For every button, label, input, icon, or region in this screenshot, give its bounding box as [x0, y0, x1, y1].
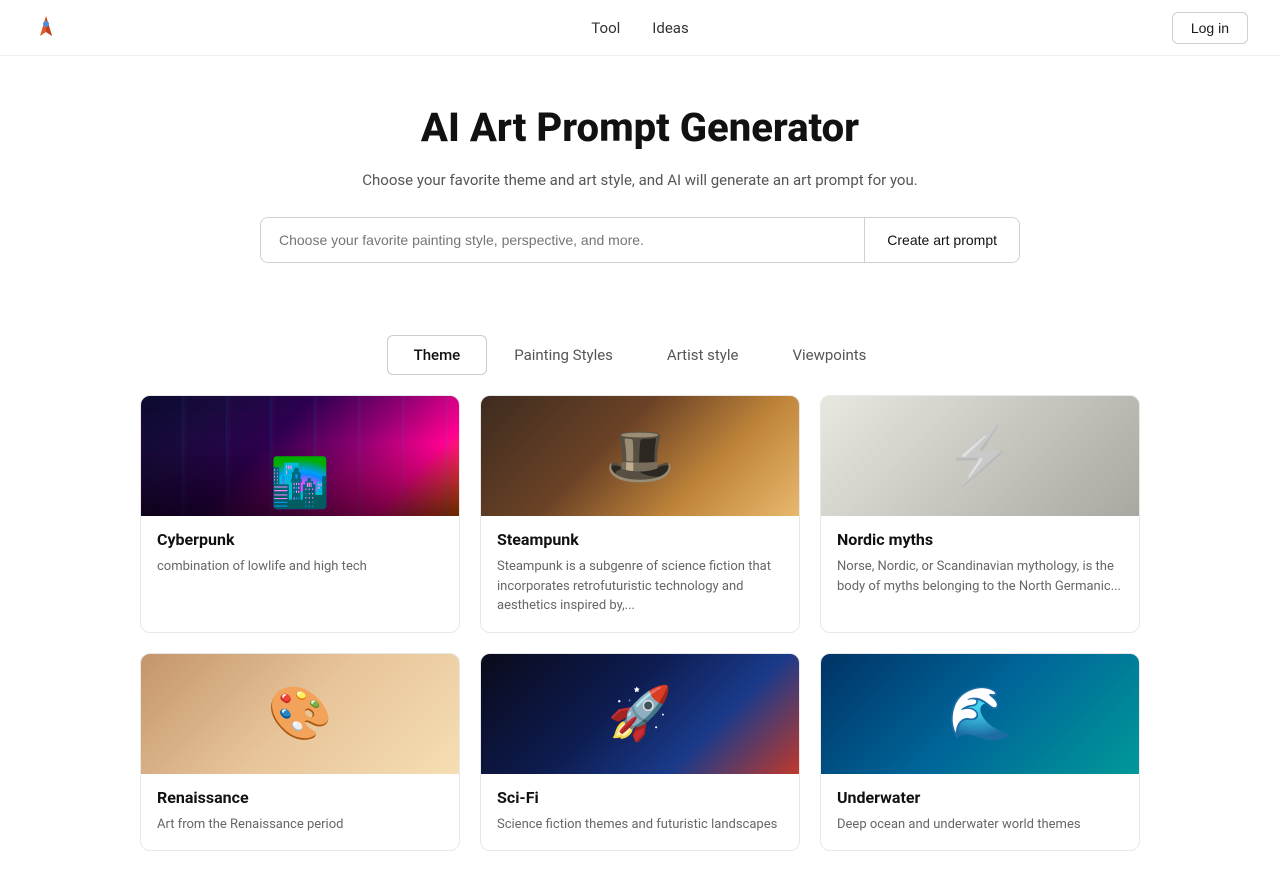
card-underwater-body: Underwater Deep ocean and underwater wor… [821, 774, 1139, 851]
card-cyberpunk[interactable]: Cyberpunk combination of lowlife and hig… [140, 395, 460, 633]
card-renaissance-title: Renaissance [157, 788, 443, 807]
card-underwater[interactable]: Underwater Deep ocean and underwater wor… [820, 653, 1140, 852]
card-renaissance[interactable]: Renaissance Art from the Renaissance per… [140, 653, 460, 852]
search-input[interactable] [261, 218, 864, 262]
card-nordic-image [821, 396, 1139, 516]
card-nordic-title: Nordic myths [837, 530, 1123, 549]
hero-subtitle: Choose your favorite theme and art style… [20, 171, 1260, 189]
create-art-prompt-button[interactable]: Create art prompt [864, 218, 1019, 262]
card-nordic-body: Nordic myths Norse, Nordic, or Scandinav… [821, 516, 1139, 612]
nav-tool[interactable]: Tool [591, 19, 620, 37]
tab-viewpoints[interactable]: Viewpoints [765, 335, 893, 375]
cards-grid: Cyberpunk combination of lowlife and hig… [120, 395, 1160, 871]
card-scifi-body: Sci-Fi Science fiction themes and futuri… [481, 774, 799, 851]
card-steampunk-body: Steampunk Steampunk is a subgenre of sci… [481, 516, 799, 632]
card-renaissance-desc: Art from the Renaissance period [157, 815, 443, 835]
card-underwater-title: Underwater [837, 788, 1123, 807]
search-bar: Create art prompt [260, 217, 1020, 263]
card-steampunk-image [481, 396, 799, 516]
hero-section: AI Art Prompt Generator Choose your favo… [0, 56, 1280, 295]
card-steampunk-title: Steampunk [497, 530, 783, 549]
card-cyberpunk-title: Cyberpunk [157, 530, 443, 549]
card-underwater-desc: Deep ocean and underwater world themes [837, 815, 1123, 835]
tab-painting-styles[interactable]: Painting Styles [487, 335, 640, 375]
card-nordic[interactable]: Nordic myths Norse, Nordic, or Scandinav… [820, 395, 1140, 633]
navbar: Tool Ideas Log in [0, 0, 1280, 56]
card-cyberpunk-body: Cyberpunk combination of lowlife and hig… [141, 516, 459, 593]
login-button[interactable]: Log in [1172, 12, 1248, 44]
nav-links: Tool Ideas [591, 19, 688, 37]
card-scifi-desc: Science fiction themes and futuristic la… [497, 815, 783, 835]
tab-artist-style[interactable]: Artist style [640, 335, 766, 375]
card-scifi[interactable]: Sci-Fi Science fiction themes and futuri… [480, 653, 800, 852]
card-cyberpunk-desc: combination of lowlife and high tech [157, 557, 443, 577]
card-underwater-image [821, 654, 1139, 774]
card-cyberpunk-image [141, 396, 459, 516]
nav-ideas[interactable]: Ideas [652, 19, 688, 37]
page-title: AI Art Prompt Generator [20, 104, 1260, 151]
card-scifi-image [481, 654, 799, 774]
tab-theme[interactable]: Theme [387, 335, 488, 375]
card-renaissance-image [141, 654, 459, 774]
card-scifi-title: Sci-Fi [497, 788, 783, 807]
card-renaissance-body: Renaissance Art from the Renaissance per… [141, 774, 459, 851]
tabs-container: Theme Painting Styles Artist style Viewp… [0, 335, 1280, 375]
card-steampunk-desc: Steampunk is a subgenre of science ficti… [497, 557, 783, 616]
logo[interactable] [32, 14, 60, 42]
card-nordic-desc: Norse, Nordic, or Scandinavian mythology… [837, 557, 1123, 596]
card-steampunk[interactable]: Steampunk Steampunk is a subgenre of sci… [480, 395, 800, 633]
